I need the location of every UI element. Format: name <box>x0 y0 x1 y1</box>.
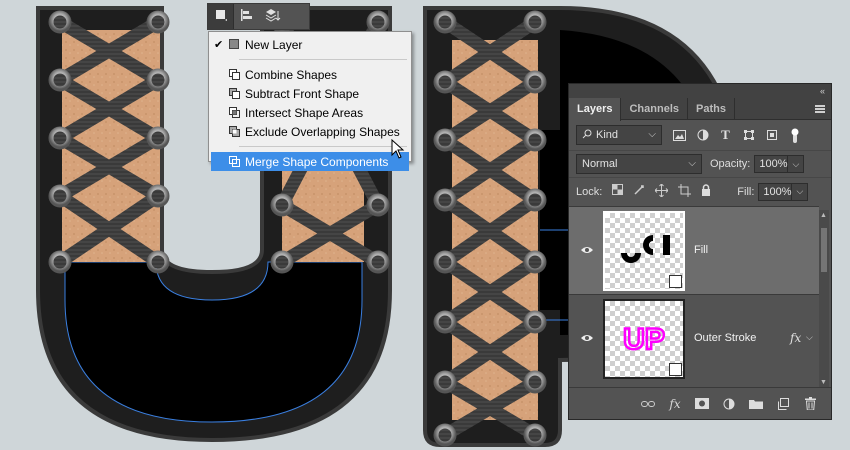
vector-mask-badge-icon <box>669 275 682 288</box>
opacity-label: Opacity: <box>710 158 751 170</box>
scroll-down-icon[interactable]: ▼ <box>820 379 827 386</box>
layer-thumbnail: UP <box>603 299 685 379</box>
pixel-filter-icon[interactable] <box>672 128 687 143</box>
fill-label: Fill: <box>737 185 755 198</box>
filter-icons: T <box>672 127 802 143</box>
combine-shapes-icon <box>228 68 241 84</box>
shape-options-bar <box>207 3 310 30</box>
menu-item-combine-shapes[interactable]: Combine Shapes <box>209 65 411 84</box>
layer-thumbnail <box>603 211 685 291</box>
layers-panel: « Layers Channels Paths Kind ⌵ T Normal … <box>568 83 832 420</box>
lock-label: Lock: <box>576 185 603 198</box>
panel-header-bar: « <box>569 84 831 98</box>
mouse-pointer-icon <box>391 138 405 162</box>
panel-bottom-toolbar: fx <box>569 387 831 419</box>
smart-object-filter-icon[interactable] <box>764 128 779 143</box>
scroll-up-icon[interactable]: ▲ <box>820 212 827 219</box>
chevron-down-icon: ⌵ <box>688 158 696 169</box>
lock-transparent-pixels-icon[interactable] <box>612 183 624 200</box>
lock-icons <box>612 183 711 200</box>
vector-mask-badge-icon <box>669 363 682 376</box>
menu-item-subtract-front-shape[interactable]: Subtract Front Shape <box>209 84 411 103</box>
path-arrangement-icon <box>264 8 282 25</box>
checkmark-icon: ✔ <box>214 39 224 51</box>
visibility-eye-icon[interactable] <box>580 245 594 258</box>
merge-shape-components-icon <box>228 155 241 171</box>
panel-tabs: Layers Channels Paths <box>569 98 831 121</box>
fill-dropdown[interactable]: ⌵ <box>792 182 809 201</box>
lock-image-pixels-icon[interactable] <box>633 184 645 200</box>
layer-row-outer-stroke[interactable]: UP Outer Stroke fx ⌵ <box>569 294 819 382</box>
layer-filter-row: Kind ⌵ T <box>569 120 831 150</box>
new-layer-icon <box>228 38 240 53</box>
layer-name: Fill <box>694 244 709 256</box>
blend-opacity-row: Normal ⌵ Opacity: 100% ⌵ <box>569 150 831 177</box>
subtract-front-shape-icon <box>228 87 241 103</box>
layer-name: Outer Stroke <box>694 332 757 344</box>
thumbnail-up-text: UP <box>623 323 665 356</box>
expand-effects-chevron-icon[interactable]: ⌵ <box>806 332 813 343</box>
lock-position-icon[interactable] <box>654 183 669 200</box>
fx-icon[interactable]: fx <box>668 397 682 411</box>
layer-effects-icon[interactable]: fx <box>790 331 801 345</box>
layers-scrollbar[interactable]: ▲ ▼ <box>819 210 829 388</box>
trash-icon[interactable] <box>803 397 817 411</box>
visibility-eye-icon[interactable] <box>580 333 594 346</box>
chevron-down-icon: ⌵ <box>792 158 800 169</box>
tab-channels[interactable]: Channels <box>621 98 688 120</box>
path-alignment-icon <box>239 8 255 25</box>
menu-item-new-layer[interactable]: ✔ New Layer <box>209 35 411 54</box>
filter-toggle-icon[interactable] <box>787 128 802 143</box>
opacity-input[interactable]: 100% <box>754 155 789 173</box>
adjustment-filter-icon[interactable] <box>695 128 710 143</box>
chevron-down-icon: ⌵ <box>796 186 804 196</box>
path-operations-icon <box>214 8 228 25</box>
chevron-down-icon: ⌵ <box>648 129 656 140</box>
tab-layers[interactable]: Layers <box>569 98 622 121</box>
menu-item-exclude-overlapping-shapes[interactable]: Exclude Overlapping Shapes <box>209 122 411 141</box>
fill-input[interactable]: 100% <box>758 182 793 201</box>
scrollbar-thumb[interactable] <box>821 228 827 272</box>
adjustment-layer-icon[interactable] <box>722 397 736 411</box>
group-folder-icon[interactable] <box>749 397 763 411</box>
layer-mask-icon[interactable] <box>695 397 709 411</box>
path-operations-button[interactable] <box>208 4 234 29</box>
opacity-dropdown[interactable]: ⌵ <box>788 155 805 173</box>
lock-artboard-icon[interactable] <box>678 183 692 200</box>
filter-kind-select[interactable]: Kind ⌵ <box>576 125 662 145</box>
link-layers-icon[interactable] <box>641 397 655 411</box>
blend-mode-select[interactable]: Normal ⌵ <box>576 154 702 174</box>
lock-fill-row: Lock: Fill: 100% ⌵ <box>569 177 831 205</box>
panel-menu-icon[interactable] <box>815 105 825 113</box>
path-operations-menu: ✔ New Layer Combine Shapes Subtract Fron… <box>208 31 412 171</box>
intersect-shape-areas-icon <box>228 106 241 122</box>
collapse-panel-icon[interactable]: « <box>820 86 825 96</box>
menu-separator <box>239 146 407 147</box>
type-filter-icon[interactable]: T <box>718 127 733 143</box>
lock-all-icon[interactable] <box>701 183 711 200</box>
path-alignment-button[interactable] <box>234 4 260 29</box>
exclude-overlapping-shapes-icon <box>228 125 241 141</box>
menu-separator <box>239 59 407 60</box>
menu-item-intersect-shape-areas[interactable]: Intersect Shape Areas <box>209 103 411 122</box>
path-arrangement-button[interactable] <box>260 4 286 29</box>
tab-paths[interactable]: Paths <box>688 98 735 120</box>
menu-item-merge-shape-components[interactable]: Merge Shape Components <box>211 152 409 171</box>
layer-row-fill[interactable]: Fill <box>569 206 819 294</box>
new-layer-icon[interactable] <box>776 397 790 411</box>
shape-filter-icon[interactable] <box>741 128 756 143</box>
search-icon <box>582 129 592 142</box>
